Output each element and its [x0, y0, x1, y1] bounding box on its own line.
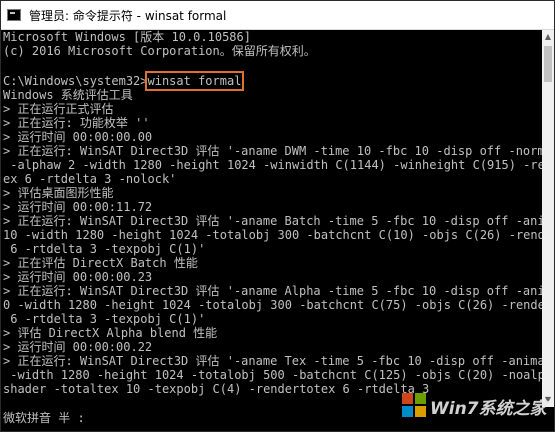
- console-line: > 正在运行正式评估: [3, 102, 114, 116]
- scrollbar-thumb[interactable]: [544, 46, 552, 82]
- prompt-path: C:\Windows\system32>: [3, 74, 148, 88]
- console-line: 6 -rtdelta 3 -texpobj C(1)': [3, 242, 206, 256]
- window-title: 管理员: 命令提示符 - winsat formal: [29, 8, 227, 23]
- watermark-graphic: Win7系统之家: [402, 393, 550, 419]
- console-line: > 正在评估 DirectX Batch 性能: [3, 256, 198, 270]
- console-app-icon[interactable]: [7, 9, 21, 21]
- title-bar[interactable]: 管理员: 命令提示符 - winsat formal: [1, 1, 554, 30]
- console-line: shader -totaltex 10 -texpobj C(4) -rende…: [3, 382, 430, 396]
- console-line: > 正在运行: WinSAT Direct3D 评估 '-aname Tex -…: [3, 354, 542, 368]
- scroll-up-arrow-icon[interactable]: ▲: [542, 30, 554, 44]
- console-line: 10 -width 1280 -height 1024 -totalobj 30…: [3, 228, 542, 242]
- console-line: -width 1280 -height 1024 -totalobj 500 -…: [3, 368, 542, 382]
- console-line: > 运行时间 00:00:11.72: [3, 200, 153, 214]
- console-line: > 运行时间 00:00:00.23: [3, 270, 153, 284]
- highlighted-command: winsat formal: [144, 71, 245, 91]
- console-line: 6 -rtdelta 3 -texpobj C(1)': [3, 312, 206, 326]
- win7-watermark-logo: Win7系统之家: [396, 385, 554, 425]
- command-prompt-window: 管理员: 命令提示符 - winsat formal Microsoft Win…: [0, 0, 555, 432]
- prompt-line: C:\Windows\system32>winsat formal: [3, 71, 245, 91]
- console-line: -alphaw 2 -width 1280 -height 1024 -winw…: [3, 158, 542, 172]
- console-line: > 运行时间 00:00:00.22: [3, 340, 153, 354]
- console-line: > 正在运行: 功能枚举 '': [3, 116, 150, 130]
- console-line: > 评估 DirectX Alpha blend 性能: [3, 326, 218, 340]
- console-line: Microsoft Windows [版本 10.0.10586]: [3, 30, 251, 44]
- console-line: ex 6 -rtdelta 3 -nolock': [3, 172, 177, 186]
- console-line: 0 -width 1280 -height 1024 -totalobj 300…: [3, 298, 542, 312]
- console-line: > 正在运行: WinSAT Direct3D 评估 '-aname DWM -…: [3, 144, 542, 158]
- console-line: > 正在运行: WinSAT Direct3D 评估 '-aname Alpha…: [3, 284, 542, 298]
- ime-status-text: 微软拼音 半 :: [3, 411, 85, 425]
- console-line: > 评估桌面图形性能: [3, 186, 114, 200]
- console-line: Windows 系统评估工具: [3, 88, 133, 102]
- console-line: > 正在运行: WinSAT Direct3D 评估 '-aname Batch…: [3, 214, 542, 228]
- vertical-scrollbar[interactable]: ▲ ▼: [542, 30, 554, 407]
- svg-text:Win7系统之家: Win7系统之家: [430, 399, 550, 419]
- console-line: > 运行时间 00:00:00.00: [3, 130, 153, 144]
- console-output[interactable]: Microsoft Windows [版本 10.0.10586] (c) 20…: [1, 30, 542, 407]
- console-line: (c) 2016 Microsoft Corporation。保留所有权利。: [3, 44, 316, 58]
